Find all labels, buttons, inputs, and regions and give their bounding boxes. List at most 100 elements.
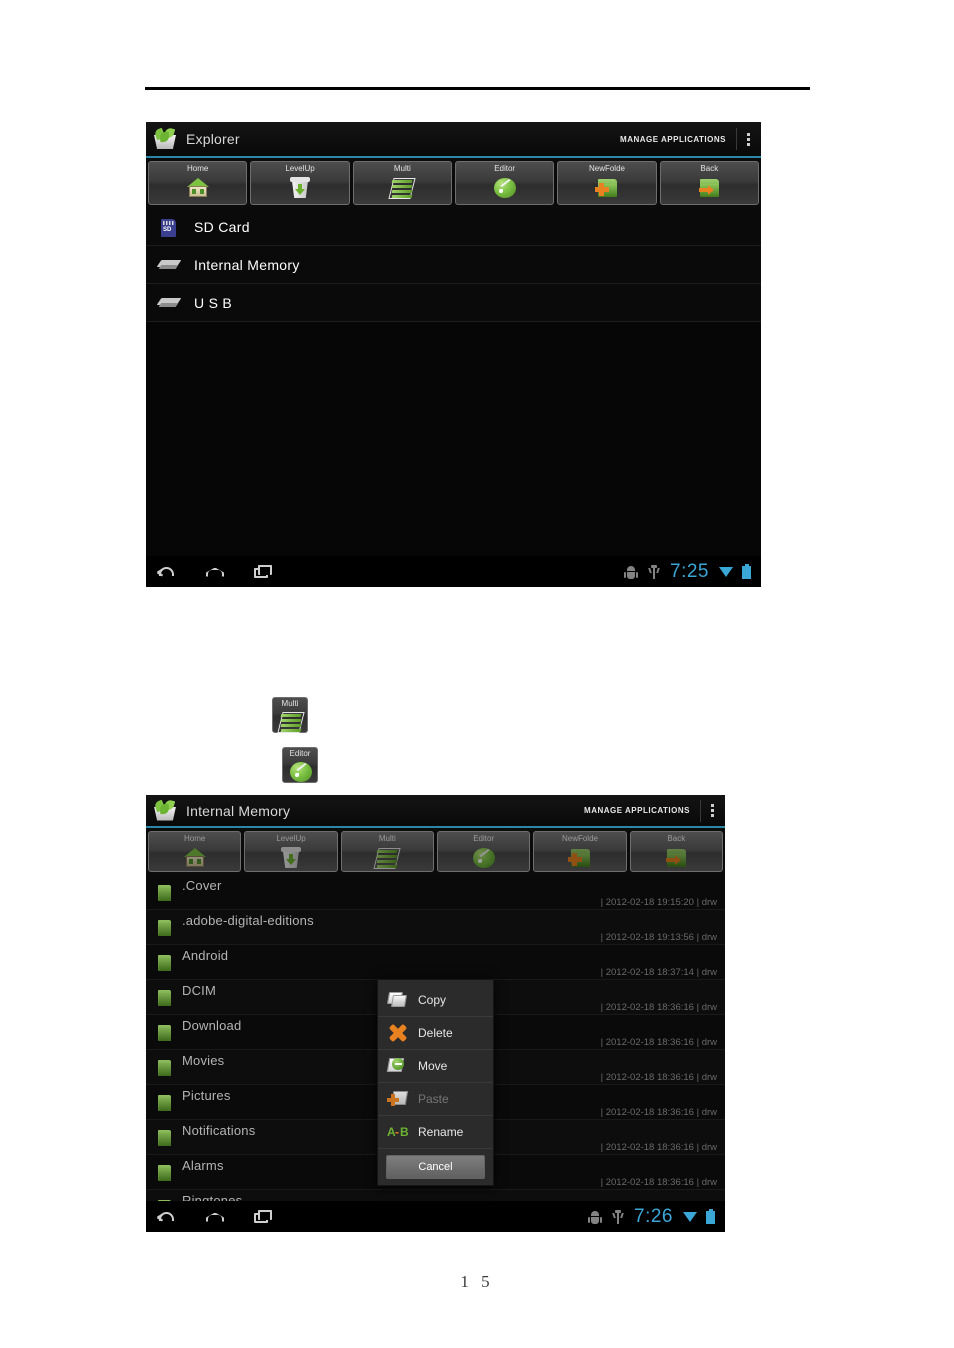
sd-card-label: SD: [163, 226, 172, 233]
storage-list: SD SD Card Internal Memory U S B: [146, 208, 761, 322]
toolbar-label: Multi: [378, 834, 396, 843]
storage-item-usb[interactable]: U S B: [146, 284, 761, 322]
inline-figure-editor-button: Editor: [282, 747, 318, 783]
file-meta: | 2012-02-18 18:36:16 | drw: [600, 1142, 717, 1153]
new-folder-icon: [567, 845, 593, 871]
explorer-toolbar: Home LevelUp Multi Editor NewFolde Back: [146, 828, 725, 875]
toolbar-button-editor[interactable]: Editor: [454, 161, 555, 205]
nav-recents-icon[interactable]: [252, 563, 274, 581]
inline-figure-multi-button: Multi: [272, 697, 308, 733]
sd-card-icon: SD: [156, 214, 182, 240]
nav-buttons-group: [156, 1208, 274, 1226]
context-menu-item-rename[interactable]: A-B Rename: [378, 1116, 493, 1149]
home-icon: [182, 845, 208, 871]
manage-applications-button[interactable]: MANAGE APPLICATIONS: [620, 135, 736, 144]
rename-icon: A-B: [387, 1125, 409, 1139]
action-bar: Internal Memory MANAGE APPLICATIONS: [146, 795, 725, 828]
inline-figure-label: Multi: [281, 699, 299, 708]
nav-buttons-group: [156, 563, 274, 581]
toolbar-button-home[interactable]: Home: [148, 161, 248, 205]
file-name: .adobe-digital-editions: [182, 913, 314, 928]
editor-ball-icon: [492, 175, 518, 201]
nav-recents-icon[interactable]: [252, 1208, 274, 1226]
copy-icon: [386, 989, 409, 1011]
toolbar-button-editor[interactable]: Editor: [436, 831, 531, 872]
toolbar-button-levelup[interactable]: LevelUp: [244, 831, 338, 872]
explorer-toolbar: Home LevelUp Multi Editor NewFolde Back: [146, 158, 761, 208]
battery-icon: [706, 1209, 715, 1224]
storage-item-sd-card[interactable]: SD SD Card: [146, 208, 761, 246]
toolbar-button-back[interactable]: Back: [659, 161, 759, 205]
toolbar-label: Multi: [393, 164, 411, 173]
file-context-menu: Copy Delete Move Paste A-B Rename Cancel: [377, 979, 494, 1186]
folder-icon: [158, 1129, 176, 1149]
toolbar-label: LevelUp: [285, 164, 315, 173]
battery-icon: [742, 564, 751, 579]
nav-back-icon[interactable]: [156, 1208, 178, 1226]
status-clock: 7:25: [670, 561, 709, 582]
file-meta: | 2012-02-18 18:36:16 | drw: [600, 1037, 717, 1048]
toolbar-label: Home: [186, 164, 209, 173]
file-meta: | 2012-02-18 19:15:20 | drw: [600, 897, 717, 908]
folder-icon: [158, 989, 176, 1009]
file-name: Notifications: [182, 1123, 256, 1138]
toolbar-button-back[interactable]: Back: [629, 831, 723, 872]
multi-sheets-icon: [277, 709, 305, 733]
home-icon: [185, 175, 211, 201]
toolbar-button-newfolder[interactable]: NewFolde: [533, 831, 627, 872]
table-row[interactable]: .adobe-digital-editions | 2012-02-18 19:…: [146, 910, 725, 945]
toolbar-label: Home: [183, 834, 206, 843]
context-menu-item-copy[interactable]: Copy: [378, 984, 493, 1017]
levelup-trash-icon: [287, 175, 313, 201]
table-row[interactable]: Android | 2012-02-18 18:37:14 | drw: [146, 945, 725, 980]
folder-icon: [158, 1094, 176, 1114]
table-row[interactable]: .Cover | 2012-02-18 19:15:20 | drw: [146, 875, 725, 910]
editor-ball-icon: [288, 759, 312, 782]
inline-figure-label: Editor: [289, 749, 311, 758]
folder-icon: [158, 1164, 176, 1184]
nav-home-icon[interactable]: [204, 563, 226, 581]
toolbar-button-multi[interactable]: Multi: [352, 161, 452, 205]
folder-icon: [158, 919, 176, 939]
context-menu-cancel-button[interactable]: Cancel: [386, 1155, 485, 1179]
toolbar-button-home[interactable]: Home: [148, 831, 242, 872]
overflow-menu-icon[interactable]: [701, 798, 723, 824]
status-icons-group: 7:25: [624, 562, 751, 581]
context-menu-item-delete[interactable]: Delete: [378, 1017, 493, 1050]
file-name: Movies: [182, 1053, 225, 1068]
page-title: Explorer: [186, 131, 240, 147]
android-debug-icon: [588, 1209, 603, 1225]
hard-disk-icon: [156, 252, 182, 278]
manage-applications-button[interactable]: MANAGE APPLICATIONS: [584, 806, 700, 815]
context-menu-label: Paste: [418, 1092, 449, 1106]
usb-icon: [647, 564, 661, 580]
page-title: Internal Memory: [186, 802, 291, 819]
storage-item-label: U S B: [194, 294, 233, 311]
nav-home-icon[interactable]: [204, 1208, 226, 1226]
usb-icon: [611, 1209, 625, 1225]
file-name: Android: [182, 948, 229, 963]
toolbar-label: Editor: [494, 164, 516, 173]
overflow-menu-icon[interactable]: [737, 126, 759, 152]
toolbar-button-newfolder[interactable]: NewFolde: [557, 161, 657, 205]
back-folder-icon: [696, 175, 722, 201]
toolbar-button-multi[interactable]: Multi: [340, 831, 434, 872]
file-list: .Cover | 2012-02-18 19:15:20 | drw .adob…: [146, 875, 725, 1225]
context-menu-label: Copy: [418, 993, 447, 1007]
paste-icon: [387, 1088, 409, 1110]
back-folder-icon: [663, 845, 689, 871]
file-meta: | 2012-02-18 18:37:14 | drw: [600, 967, 717, 978]
file-meta: | 2012-02-18 18:36:16 | drw: [600, 1002, 717, 1013]
toolbar-label: LevelUp: [276, 834, 306, 843]
nav-back-icon[interactable]: [156, 563, 178, 581]
file-name: DCIM: [182, 983, 217, 998]
android-debug-icon: [624, 564, 639, 580]
folder-icon: [158, 1024, 176, 1044]
storage-item-internal-memory[interactable]: Internal Memory: [146, 246, 761, 284]
explorer-box-icon: [152, 798, 178, 823]
context-menu-item-move[interactable]: Move: [378, 1050, 493, 1083]
system-navigation-bar: 7:25: [146, 556, 761, 587]
toolbar-button-levelup[interactable]: LevelUp: [250, 161, 350, 205]
wifi-icon: [718, 565, 733, 578]
toolbar-label: NewFolde: [588, 164, 625, 173]
